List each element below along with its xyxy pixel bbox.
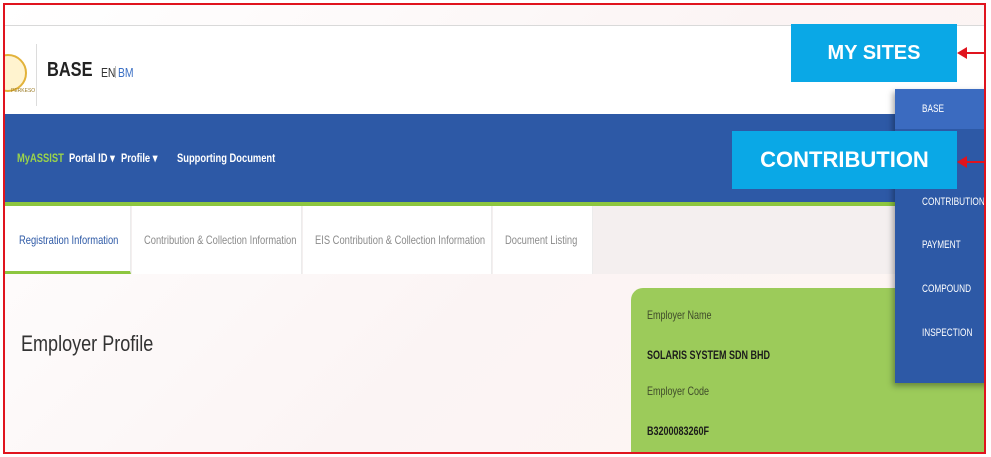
- language-bm-link[interactable]: BM: [118, 65, 134, 80]
- my-sites-callout: MY SITES: [791, 24, 957, 82]
- annotation-arrowhead-icon: [957, 156, 967, 168]
- tab-label: EIS Contribution & Collection Informatio…: [315, 233, 486, 247]
- employer-name-label: Employer Name: [647, 308, 712, 322]
- tab-document-listing[interactable]: Document Listing: [493, 206, 593, 274]
- menu-item-payment[interactable]: PAYMENT: [922, 239, 961, 251]
- menu-item-contribution[interactable]: CONTRIBUTION: [922, 196, 984, 208]
- menu-item-inspection[interactable]: INSPECTION: [922, 327, 972, 339]
- brand-title[interactable]: BASE: [47, 59, 93, 82]
- tab-registration-information[interactable]: Registration Information: [5, 206, 131, 274]
- page-title: Employer Profile: [21, 331, 154, 356]
- header-divider: [36, 44, 37, 106]
- tab-contribution-collection[interactable]: Contribution & Collection Information: [132, 206, 302, 274]
- profile-tabs: Registration Information Contribution & …: [5, 206, 984, 274]
- employer-code-value: B3200083260F: [647, 424, 710, 438]
- tab-label: Contribution & Collection Information: [144, 233, 297, 247]
- contribution-callout: CONTRIBUTION: [732, 131, 957, 189]
- menu-item-compound[interactable]: COMPOUND: [922, 283, 971, 295]
- nav-profile-dropdown[interactable]: Profile ▾: [121, 151, 157, 165]
- tab-label: Registration Information: [19, 233, 119, 247]
- employer-name-value: SOLARIS SYSTEM SDN BHD: [647, 348, 771, 362]
- annotation-arrowhead-icon: [957, 47, 967, 59]
- logo-text: PERKESO: [11, 88, 36, 94]
- nav-myassist[interactable]: MyASSIST: [17, 151, 64, 165]
- tab-eis-contribution-collection[interactable]: EIS Contribution & Collection Informatio…: [303, 206, 492, 274]
- language-en-link[interactable]: EN: [101, 65, 115, 80]
- perkeso-logo-icon[interactable]: [5, 54, 27, 92]
- nav-portal-id-dropdown[interactable]: Portal ID ▾: [69, 151, 115, 165]
- menu-item-base[interactable]: BASE: [922, 103, 944, 115]
- nav-supporting-document[interactable]: Supporting Document: [177, 151, 275, 165]
- tab-label: Document Listing: [505, 233, 578, 247]
- annotation-arrow-line: [967, 52, 984, 54]
- language-divider: [115, 66, 116, 78]
- annotation-arrow-line: [967, 161, 984, 163]
- employer-code-label: Employer Code: [647, 384, 710, 398]
- screenshot-frame: PERKESO BASE EN BM MyASSIST Portal ID ▾ …: [3, 3, 986, 454]
